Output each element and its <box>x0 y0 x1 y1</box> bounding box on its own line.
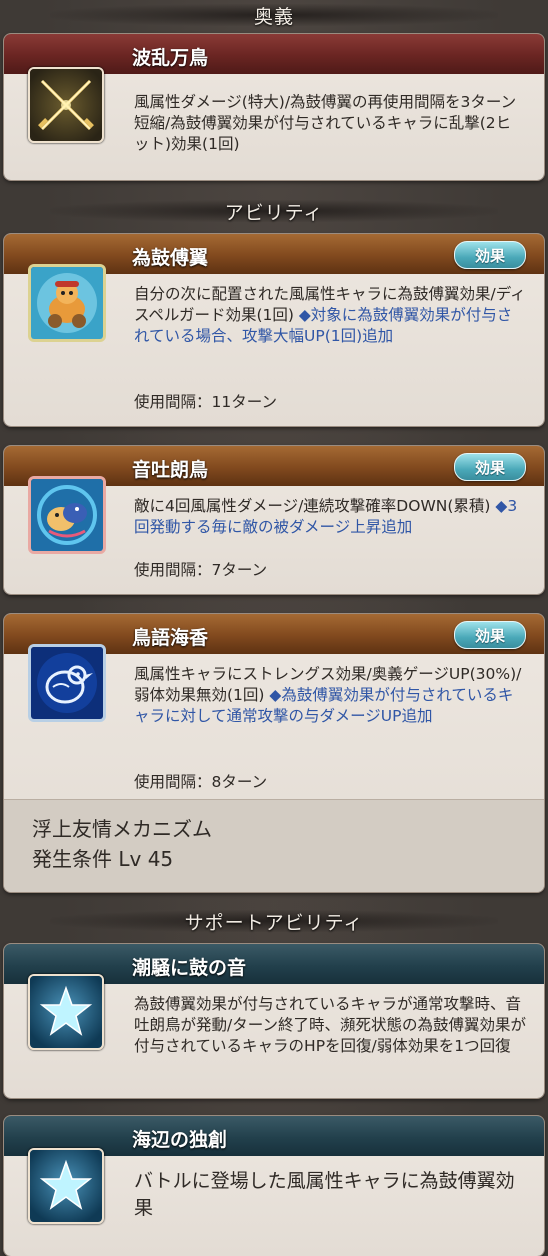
ability-name: 音吐朗鳥 <box>132 459 209 481</box>
section-header-abilities: アビリティ <box>0 196 548 226</box>
crossed-swords-icon <box>28 67 104 143</box>
mechanism-condition: 発生条件 Lv 45 <box>32 847 174 871</box>
ability-card-3: 鳥語海香 効果 風属性キャラにストレングス効果/奥義ゲージUP(30%)/弱体効… <box>4 614 544 892</box>
ability-description: 自分の次に配置された風属性キャラに為鼓傅翼効果/ディスペルガード効果(1回) ◆… <box>134 284 526 347</box>
ougi-name: 波乱万鳥 <box>132 47 209 69</box>
support-card-2: 海辺の独創 バトルに登場した風属性キャラに為鼓傅翼効果 <box>4 1116 544 1256</box>
section-header-support: サポートアビリティ <box>0 906 548 936</box>
ability-effect-text: 敵に4回風属性ダメージ/連続攻撃確率DOWN(累積) <box>134 497 491 515</box>
effect-button[interactable]: 効果 <box>454 241 526 269</box>
support-card-1: 潮騒に鼓の音 為鼓傅翼効果が付与されているキャラが通常攻撃時、音吐朗鳥が発動/タ… <box>4 944 544 1098</box>
effect-button[interactable]: 効果 <box>454 621 526 649</box>
star-icon <box>28 974 104 1050</box>
ability-description: 敵に4回風属性ダメージ/連続攻撃確率DOWN(累積) ◆3回発動する毎に敵の被ダ… <box>134 496 526 538</box>
ougi-description: 風属性ダメージ(特大)/為鼓傅翼の再使用間隔を3ターン短縮/為鼓傅翼効果が付与さ… <box>134 93 517 153</box>
ability-cooldown: 使用間隔：7ターン <box>134 561 268 579</box>
section-title: 奥義 <box>253 5 294 28</box>
support-description: 為鼓傅翼効果が付与されているキャラが通常攻撃時、音吐朗鳥が発動/ターン終了時、瀕… <box>134 995 526 1055</box>
bird-drum-icon <box>28 264 106 342</box>
bird-singing-icon <box>28 476 106 554</box>
mechanism-name: 浮上友情メカニズム <box>32 817 212 841</box>
mechanism-panel: 浮上友情メカニズム 発生条件 Lv 45 <box>4 799 544 892</box>
support-description: バトルに登場した風属性キャラに為鼓傅翼効果 <box>134 1170 515 1219</box>
star-icon <box>28 1148 104 1224</box>
ability-name: 鳥語海香 <box>132 627 209 649</box>
effect-button[interactable]: 効果 <box>454 453 526 481</box>
support-name: 潮騒に鼓の音 <box>132 957 247 979</box>
section-title: アビリティ <box>224 201 324 224</box>
ability-cooldown: 使用間隔：8ターン <box>134 773 268 791</box>
ability-card-2: 音吐朗鳥 効果 敵に4回風属性ダメージ/連続攻撃確率DOWN(累積) ◆3回発動… <box>4 446 544 594</box>
support-name: 海辺の独創 <box>132 1129 228 1151</box>
section-header-ougi: 奥義 <box>0 0 548 30</box>
section-title: サポートアビリティ <box>184 911 364 934</box>
blue-bird-icon <box>28 644 106 722</box>
ability-card-1: 為鼓傅翼 効果 自分の次に配置された風属性キャラに為鼓傅翼効果/ディスペルガード… <box>4 234 544 426</box>
ougi-card: 波乱万鳥 風属性ダメージ(特大)/為鼓傅翼の再使用間隔を3ターン短縮/為鼓傅翼効… <box>4 34 544 180</box>
ability-name: 為鼓傅翼 <box>132 247 209 269</box>
ability-description: 風属性キャラにストレングス効果/奥義ゲージUP(30%)/弱体効果無効(1回) … <box>134 664 526 727</box>
ability-cooldown: 使用間隔：11ターン <box>134 393 277 411</box>
